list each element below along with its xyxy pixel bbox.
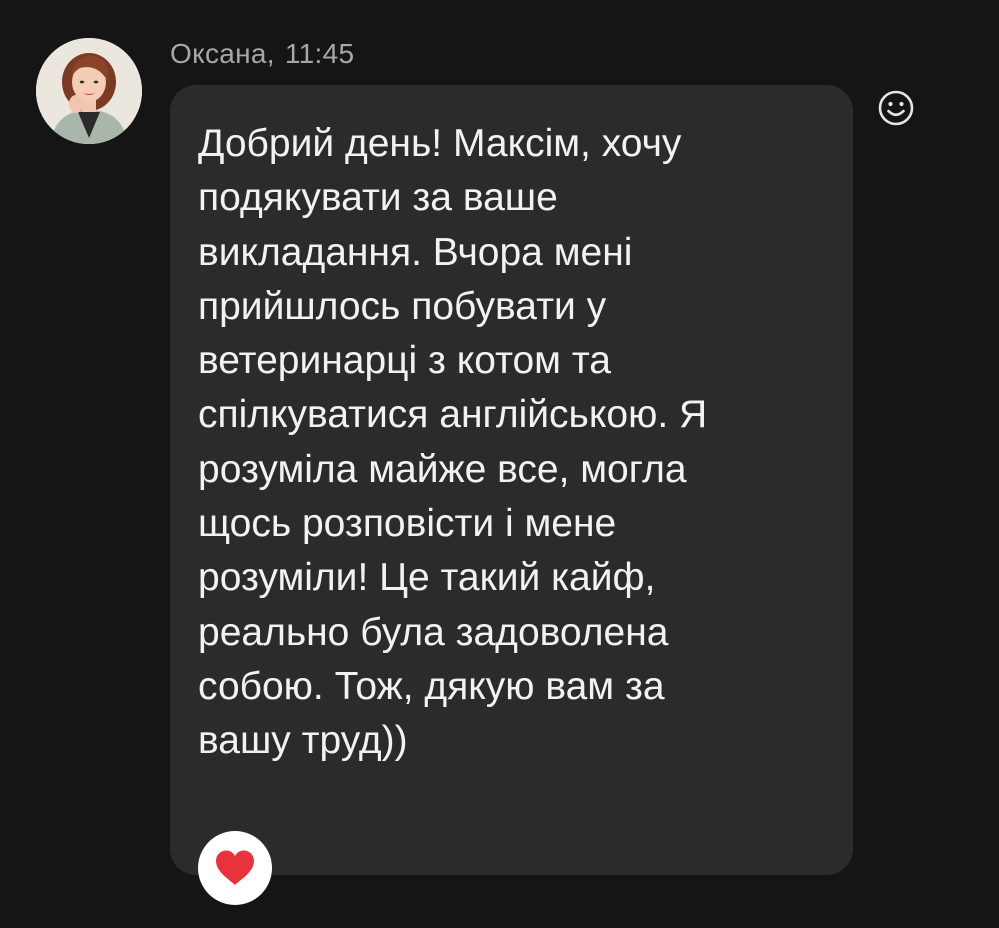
message-bubble[interactable]: Добрий день! Максім, хочу подякувати за …	[170, 85, 853, 875]
sender-name: Оксана	[170, 38, 267, 69]
message-text: Добрий день! Максім, хочу подякувати за …	[198, 122, 708, 763]
header-separator: ,	[266, 38, 275, 69]
avatar-photo	[36, 38, 142, 144]
message-header: Оксана, 11:45	[170, 38, 354, 70]
heart-icon	[216, 850, 254, 885]
smiley-icon	[878, 90, 914, 126]
heart-reaction[interactable]	[198, 831, 272, 905]
sender-avatar[interactable]	[36, 38, 142, 144]
message-time: 11:45	[284, 38, 355, 69]
add-reaction-button[interactable]	[876, 88, 916, 128]
